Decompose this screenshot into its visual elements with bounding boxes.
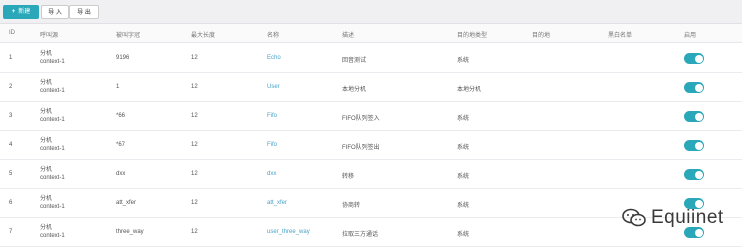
- cell-max-length: 12: [191, 84, 198, 90]
- cell-description: FIFO队列签入: [342, 116, 380, 122]
- cell-destination-type: 本地分机: [457, 87, 482, 93]
- table-row[interactable]: 1 分机 context-1 9196 12 Echo 回音测试 系统: [0, 44, 742, 73]
- cell-description: 本地分机: [342, 87, 367, 93]
- cell-id: 2: [9, 84, 13, 90]
- cell-destination-type: 系统: [457, 232, 470, 238]
- cell-max-length: 12: [191, 142, 198, 148]
- enabled-toggle[interactable]: [684, 169, 704, 180]
- cell-prefix: dxx: [116, 171, 126, 177]
- cell-source-context: context-1: [40, 175, 65, 181]
- cell-name-link[interactable]: Echo: [267, 55, 281, 61]
- cell-prefix: 1: [116, 84, 120, 90]
- column-header-description[interactable]: 描述: [342, 30, 354, 39]
- table-row[interactable]: 3 分机 context-1 *66 12 Fifo FIFO队列签入 系统: [0, 102, 742, 131]
- cell-destination-type: 系统: [457, 145, 470, 151]
- cell-description: 拉取三方通话: [342, 232, 379, 238]
- cell-destination-type: 系统: [457, 203, 470, 209]
- cell-source-type: 分机: [40, 167, 53, 173]
- cell-source-type: 分机: [40, 80, 53, 86]
- cell-source-context: context-1: [40, 88, 65, 94]
- cell-description: 协商转: [342, 203, 361, 209]
- table-row[interactable]: 4 分机 context-1 *67 12 Fifo FIFO队列签出 系统: [0, 131, 742, 160]
- cell-source-type: 分机: [40, 109, 53, 115]
- column-header-enabled[interactable]: 启用: [684, 30, 696, 39]
- cell-destination-type: 系统: [457, 174, 470, 180]
- toggle-knob: [694, 141, 703, 150]
- cell-name-link[interactable]: user_three_way: [267, 229, 310, 235]
- plus-icon: +: [11, 9, 16, 15]
- cell-max-length: 12: [191, 229, 198, 235]
- cell-max-length: 12: [191, 171, 198, 177]
- cell-id: 5: [9, 171, 13, 177]
- cell-source-context: context-1: [40, 59, 65, 65]
- cell-id: 1: [9, 55, 13, 61]
- cell-max-length: 12: [191, 55, 198, 61]
- cell-destination-type: 系统: [457, 58, 470, 64]
- import-button[interactable]: 导 入: [41, 5, 69, 19]
- cell-name-link[interactable]: User: [267, 84, 280, 90]
- toggle-knob: [694, 54, 703, 63]
- toolbar: + 新建 导 入 导 出: [0, 0, 742, 24]
- cell-prefix: *66: [116, 113, 126, 119]
- cell-id: 4: [9, 142, 13, 148]
- enabled-toggle[interactable]: [684, 53, 704, 64]
- cell-description: FIFO队列签出: [342, 145, 380, 151]
- column-header-id[interactable]: ID: [9, 30, 15, 36]
- cell-id: 3: [9, 113, 13, 119]
- cell-id: 6: [9, 200, 13, 206]
- cell-source-type: 分机: [40, 196, 53, 202]
- column-header-source[interactable]: 呼叫源: [40, 30, 58, 39]
- column-header-destination-type[interactable]: 目的地类型: [457, 30, 487, 39]
- enabled-toggle[interactable]: [684, 111, 704, 122]
- column-header-blackwhite-list[interactable]: 黑白名单: [608, 30, 632, 39]
- cell-source-type: 分机: [40, 225, 53, 231]
- cell-prefix: 9196: [116, 55, 130, 61]
- cell-source-context: context-1: [40, 117, 65, 123]
- table-row[interactable]: 2 分机 context-1 1 12 User 本地分机 本地分机: [0, 73, 742, 102]
- cell-prefix: three_way: [116, 229, 144, 235]
- toggle-knob: [694, 170, 703, 179]
- cell-source-type: 分机: [40, 51, 53, 57]
- cell-source-context: context-1: [40, 146, 65, 152]
- cell-name-link[interactable]: Fifo: [267, 113, 277, 119]
- enabled-toggle[interactable]: [684, 140, 704, 151]
- export-button[interactable]: 导 出: [69, 5, 99, 19]
- cell-name-link[interactable]: Fifo: [267, 142, 277, 148]
- column-header-prefix[interactable]: 被叫字冠: [116, 30, 140, 39]
- column-header-max-length[interactable]: 最大长度: [191, 30, 215, 39]
- cell-source-context: context-1: [40, 233, 65, 239]
- toggle-knob: [694, 112, 703, 121]
- enabled-toggle[interactable]: [684, 82, 704, 93]
- cell-name-link[interactable]: dxx: [267, 171, 276, 177]
- cell-prefix: *67: [116, 142, 126, 148]
- cell-max-length: 12: [191, 200, 198, 206]
- column-header-name[interactable]: 名称: [267, 30, 279, 39]
- cell-name-link[interactable]: att_xfer: [267, 200, 287, 206]
- table-header: ID 呼叫源 被叫字冠 最大长度 名称 描述 目的地类型 目的地 黑白名单 启用: [0, 24, 742, 43]
- cell-description: 回音测试: [342, 58, 367, 64]
- cell-description: 转移: [342, 174, 355, 180]
- cell-source-context: context-1: [40, 204, 65, 210]
- toggle-knob: [694, 83, 703, 92]
- cell-source-type: 分机: [40, 138, 53, 144]
- wechat-icon: [622, 208, 646, 227]
- cell-id: 7: [9, 229, 13, 235]
- cell-destination-type: 系统: [457, 116, 470, 122]
- cell-prefix: att_xfer: [116, 200, 137, 206]
- watermark-text: Equiinet: [651, 207, 724, 228]
- column-header-destination[interactable]: 目的地: [532, 30, 550, 39]
- watermark: Equiinet: [622, 203, 724, 233]
- cell-max-length: 12: [191, 113, 198, 119]
- table-row[interactable]: 5 分机 context-1 dxx 12 dxx 转移 系统: [0, 160, 742, 189]
- new-button[interactable]: + 新建: [3, 5, 39, 19]
